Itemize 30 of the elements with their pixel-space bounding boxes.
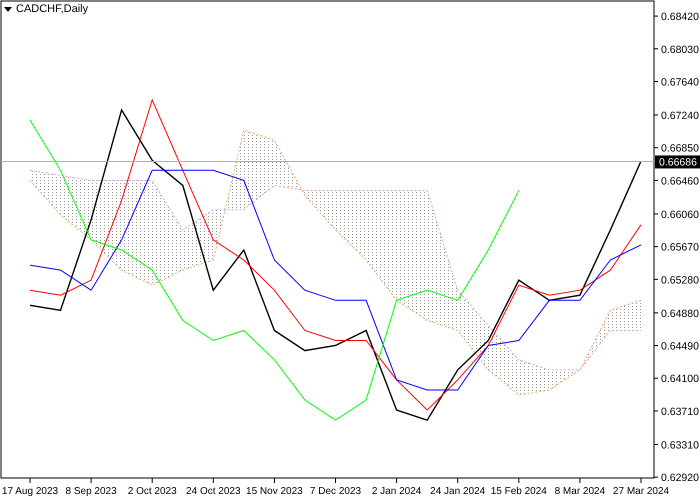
axis-label: 0.68420 xyxy=(661,11,699,24)
axis-label: 0.67640 xyxy=(661,76,699,88)
axis-label: 7 Dec 2023 xyxy=(310,486,362,497)
axis-label: 0.62920 xyxy=(661,472,699,484)
current-price-label: 0.66686 xyxy=(655,155,700,168)
axis-label: 0.68030 xyxy=(661,44,699,56)
axis-label: 17 Aug 2023 xyxy=(2,486,58,497)
axis-label: 0.63710 xyxy=(661,406,699,418)
axis-label: 0.67240 xyxy=(661,110,699,122)
axis-label: 0.66460 xyxy=(661,175,699,188)
axis-label: 0.65280 xyxy=(661,274,699,286)
axis-label: 2 Jan 2024 xyxy=(372,486,422,497)
axis-label: 0.64880 xyxy=(661,308,699,320)
axis-label: 15 Feb 2024 xyxy=(490,486,547,497)
chart-title: CADCHF,Daily xyxy=(16,3,88,15)
axis-label: 8 Mar 2024 xyxy=(554,486,606,497)
axis-label: 24 Oct 2023 xyxy=(186,486,241,497)
ref-line-label: 0.66686 xyxy=(659,156,698,168)
axis-label: 0.66850 xyxy=(661,142,699,155)
axis-label: 0.66060 xyxy=(661,208,699,221)
axis-label: 8 Sep 2023 xyxy=(66,486,117,497)
axis-label: 2 Oct 2023 xyxy=(128,486,177,497)
axis-label: 0.65670 xyxy=(661,242,699,254)
axis-label: 0.64490 xyxy=(661,340,699,353)
axis-label: 0.63310 xyxy=(661,439,699,452)
axis-label: 24 Jan 2024 xyxy=(430,486,486,497)
axis-label: 27 Mar 2024 xyxy=(612,486,670,497)
axis-label: 0.64100 xyxy=(661,373,699,386)
axis-label: 15 Nov 2023 xyxy=(246,486,303,497)
dropdown-triangle-icon[interactable] xyxy=(4,6,12,12)
